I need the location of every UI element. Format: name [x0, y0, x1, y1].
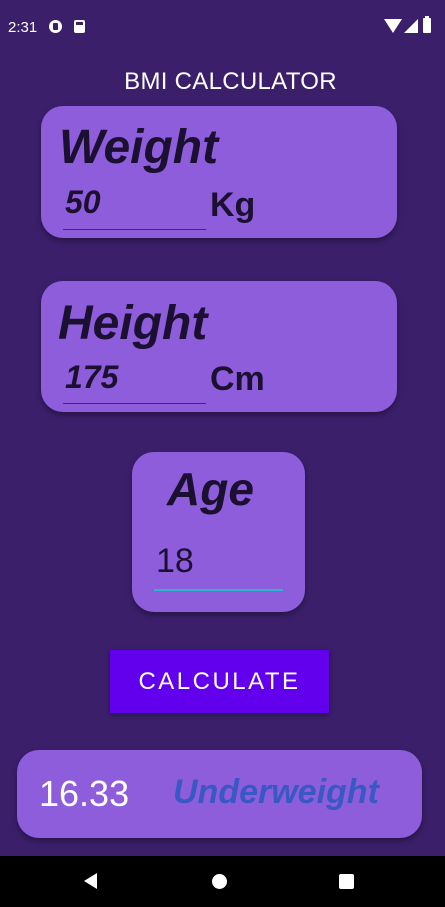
home-icon[interactable] [212, 874, 227, 889]
result-card: 16.33 Underweight [17, 750, 422, 838]
signal-icon [404, 19, 418, 33]
weight-label: Weight [59, 121, 219, 174]
height-card: Height 175 Cm [41, 281, 397, 412]
back-icon[interactable] [84, 873, 97, 889]
height-unit: Cm [210, 360, 265, 398]
age-label: Age [167, 463, 254, 515]
calculate-button[interactable]: CALCULATE [110, 650, 329, 713]
height-input[interactable]: 175 [63, 359, 206, 404]
wifi-icon [384, 19, 402, 33]
battery-icon [423, 16, 431, 33]
status-time: 2:31 [8, 19, 38, 36]
weight-card: Weight 50 Kg [41, 106, 397, 238]
height-label: Height [58, 297, 208, 350]
age-card: Age 18 [132, 452, 305, 612]
bmi-value: 16.33 [39, 773, 130, 814]
app-title: BMI CALCULATOR [124, 68, 337, 95]
weight-input[interactable]: 50 [63, 184, 206, 230]
bmi-category: Underweight [173, 773, 379, 811]
sd-card-icon [74, 20, 85, 33]
recents-icon[interactable] [339, 874, 354, 889]
status-app-icon [49, 20, 62, 33]
age-input[interactable]: 18 [154, 542, 283, 591]
weight-unit: Kg [210, 186, 256, 224]
navigation-bar [0, 856, 445, 907]
status-bar: 2:31 [0, 0, 445, 56]
